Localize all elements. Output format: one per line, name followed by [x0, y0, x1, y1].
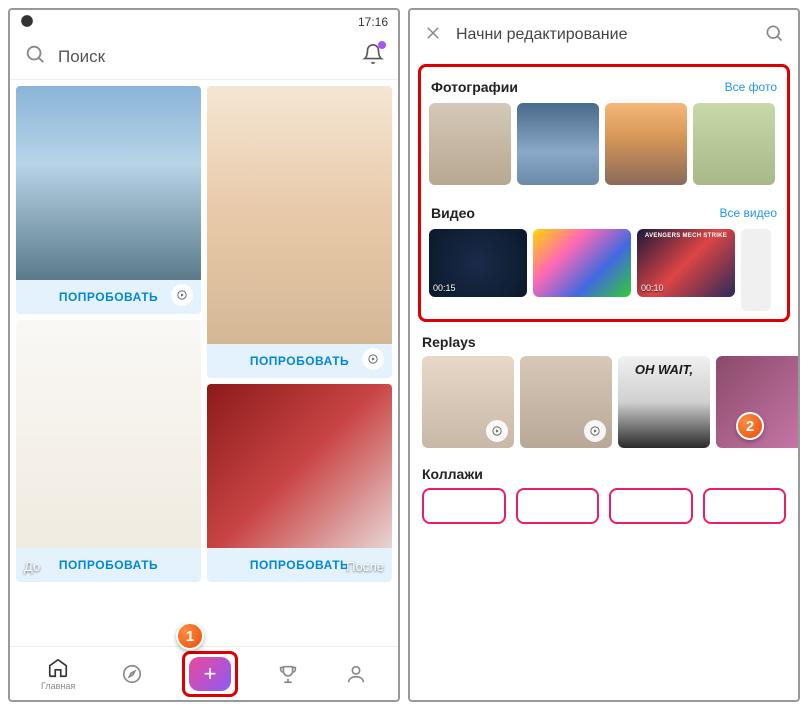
left-screen: 17:16 Поиск: [8, 8, 400, 702]
callout-1: 1: [176, 622, 204, 650]
status-time: 17:16: [358, 15, 388, 29]
right-screen: Начни редактирование Фотографии Все фото…: [408, 8, 800, 702]
play-icon: [486, 420, 508, 442]
collage-template[interactable]: [422, 488, 506, 524]
editor-title: Начни редактирование: [456, 26, 750, 44]
collage-template[interactable]: [703, 488, 787, 524]
replays-section: Replays: [410, 326, 798, 356]
photo-thumb[interactable]: [693, 103, 775, 185]
after-label: После: [346, 559, 384, 574]
template-card[interactable]: ПОПРОБОВАТЬ: [16, 86, 201, 314]
collages-section: Коллажи: [410, 458, 798, 488]
nav-explore[interactable]: [121, 663, 143, 685]
photo-thumb[interactable]: [605, 103, 687, 185]
template-card[interactable]: ПОПРОБОВАТЬ: [207, 86, 392, 378]
photos-title: Фотографии: [431, 79, 518, 95]
search-placeholder: Поиск: [58, 47, 350, 67]
feed-content: ПОПРОБОВАТЬ До ПОПРОБОВАТЬ: [10, 80, 398, 646]
video-duration: 00:15: [433, 283, 456, 293]
collage-template[interactable]: [609, 488, 693, 524]
replays-title: Replays: [422, 334, 476, 350]
template-card[interactable]: После ПОПРОБОВАТЬ: [207, 384, 392, 582]
collages-title: Коллажи: [422, 466, 483, 482]
nav-create[interactable]: +: [189, 657, 231, 691]
callout-2: 2: [736, 412, 764, 440]
card-image: До: [16, 320, 201, 548]
replay-thumb[interactable]: [422, 356, 514, 448]
videos-row: 00:15 AVENGERS MECH STRIKE 00:10: [425, 229, 783, 311]
close-icon[interactable]: [424, 24, 442, 47]
all-videos-link[interactable]: Все видео: [720, 206, 777, 220]
photo-thumb[interactable]: [517, 103, 599, 185]
all-photos-link[interactable]: Все фото: [725, 80, 777, 94]
highlight-box: [182, 651, 238, 697]
template-card[interactable]: До ПОПРОБОВАТЬ: [16, 320, 201, 582]
video-thumb[interactable]: AVENGERS MECH STRIKE 00:10: [637, 229, 735, 297]
nav-profile[interactable]: [345, 663, 367, 685]
video-duration: 00:10: [641, 283, 664, 293]
video-thumb[interactable]: 00:15: [429, 229, 527, 297]
notification-dot: [378, 41, 386, 49]
highlight-area: Фотографии Все фото Видео Все видео 00:1…: [418, 64, 790, 322]
photo-thumb[interactable]: [429, 103, 511, 185]
status-bar: 17:16: [10, 10, 398, 34]
videos-title: Видео: [431, 205, 475, 221]
card-image: [207, 86, 392, 344]
bottom-nav: Главная +: [10, 646, 398, 700]
card-image: После: [207, 384, 392, 548]
before-label: До: [24, 559, 40, 574]
video-thumb[interactable]: [533, 229, 631, 297]
replay-thumb[interactable]: [520, 356, 612, 448]
nav-challenges[interactable]: [277, 663, 299, 685]
play-icon: [171, 284, 193, 306]
card-image: [16, 86, 201, 280]
search-icon: [24, 43, 46, 70]
video-title-overlay: AVENGERS MECH STRIKE: [637, 233, 735, 239]
video-thumb-partial[interactable]: [741, 229, 771, 311]
replay-thumb[interactable]: OH WAIT,: [618, 356, 710, 448]
photos-row: [425, 103, 783, 185]
play-icon: [362, 348, 384, 370]
nav-home-label: Главная: [41, 681, 75, 691]
notifications-icon[interactable]: [362, 43, 384, 70]
nav-home[interactable]: Главная: [41, 657, 75, 691]
viber-icon: [20, 14, 34, 31]
replay-text-overlay: OH WAIT,: [618, 362, 710, 377]
editor-header: Начни редактирование: [410, 10, 798, 60]
search-icon[interactable]: [764, 23, 784, 48]
collage-template[interactable]: [516, 488, 600, 524]
collages-row: [410, 488, 798, 524]
search-bar[interactable]: Поиск: [10, 34, 398, 80]
try-button[interactable]: ПОПРОБОВАТЬ: [16, 548, 201, 582]
play-icon: [584, 420, 606, 442]
